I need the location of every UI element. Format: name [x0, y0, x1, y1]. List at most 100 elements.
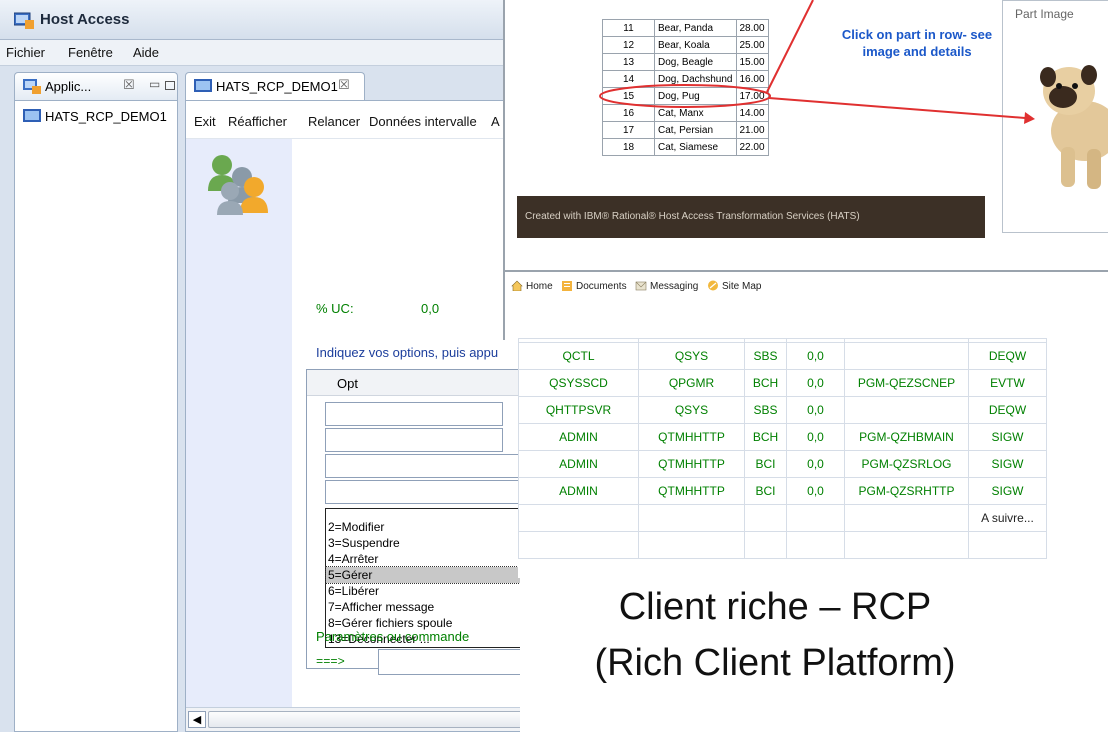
exit-button[interactable]: Exit — [194, 114, 216, 129]
job-cell: QTMHHTTP — [638, 423, 745, 451]
dropdown-option[interactable]: 7=Afficher message — [326, 599, 534, 615]
table-cell — [786, 531, 845, 559]
job-cell: PGM-QZSRLOG — [844, 450, 969, 478]
table-row — [518, 531, 1047, 559]
table-cell — [744, 504, 787, 532]
nav-messaging-label: Messaging — [650, 281, 699, 292]
job-cell: SBS — [744, 396, 787, 424]
caption-line-1: Client riche – RCP — [618, 586, 932, 628]
job-cell: ADMIN — [518, 450, 639, 478]
table-row[interactable]: ADMIN QTMHHTTP BCI 0,0 PGM-QZSRHTTP SIGW — [518, 477, 1047, 505]
slide-caption: Client riche – RCP (Rich Client Platform… — [520, 578, 1108, 732]
messaging-icon — [635, 281, 647, 291]
opt-input[interactable] — [325, 402, 503, 426]
documents-icon — [562, 281, 572, 291]
tab-hats-rcp-demo1[interactable]: HATS_RCP_DEMO1 ☒ — [185, 72, 365, 100]
site-map-icon — [708, 280, 718, 291]
nav-site-map[interactable]: Site Map — [707, 280, 761, 292]
table-row[interactable]: QHTTPSVR QSYS SBS 0,0 DEQW — [518, 396, 1047, 424]
job-cell: BCI — [744, 477, 787, 505]
dropdown-option[interactable]: 6=Libérer — [326, 583, 534, 599]
interval-data-button[interactable]: Données intervalle — [369, 114, 477, 129]
cpu-value: 0,0 — [421, 301, 440, 316]
job-cell: QTMHHTTP — [638, 477, 745, 505]
table-row[interactable]: ADMIN QTMHHTTP BCH 0,0 PGM-QZHBMAIN SIGW — [518, 423, 1047, 451]
job-cell: PGM-QZHBMAIN — [844, 423, 969, 451]
users-group-icon — [208, 155, 268, 215]
dropdown-option[interactable]: 4=Arrêter — [326, 551, 534, 567]
job-cell — [844, 396, 969, 424]
table-cell — [638, 531, 745, 559]
table-row[interactable]: QSYSSCD QPGMR BCH 0,0 PGM-QEZSCNEP EVTW — [518, 369, 1047, 397]
job-cell: QTMHHTTP — [638, 450, 745, 478]
job-cell: 0,0 — [786, 396, 845, 424]
scroll-left-icon[interactable]: ◀ — [188, 711, 206, 728]
job-cell: QPGMR — [638, 369, 745, 397]
menu-aide[interactable]: Aide — [133, 45, 159, 60]
table-cell — [638, 504, 745, 532]
table-row[interactable]: QCTL QSYS SBS 0,0 DEQW — [518, 342, 1047, 370]
opt-select[interactable]: ▼ — [325, 454, 539, 478]
job-cell: BCH — [744, 369, 787, 397]
more-label[interactable]: A suivre... — [968, 504, 1047, 532]
job-cell: 0,0 — [786, 423, 845, 451]
close-icon[interactable]: ☒ — [338, 78, 350, 93]
job-cell: SIGW — [968, 450, 1047, 478]
host-access-app-icon — [14, 12, 34, 29]
close-icon[interactable]: ☒ — [123, 78, 135, 93]
minimize-icon[interactable]: ▭ — [149, 77, 160, 91]
table-cell — [518, 504, 639, 532]
table-cell — [844, 531, 969, 559]
terminal-session-icon — [194, 79, 212, 92]
editor-tab-label: HATS_RCP_DEMO1 — [216, 79, 338, 94]
left-view-tab[interactable]: Applic... ☒ ▭ — [14, 72, 178, 100]
cpu-label: % UC: — [316, 301, 354, 316]
job-cell: ADMIN — [518, 477, 639, 505]
job-cell: 0,0 — [786, 342, 845, 370]
table-row[interactable]: ADMIN QTMHHTTP BCI 0,0 PGM-QZSRLOG SIGW — [518, 450, 1047, 478]
opt-select[interactable]: ▼ — [325, 480, 539, 504]
job-cell: 0,0 — [786, 450, 845, 478]
job-cell: QCTL — [518, 342, 639, 370]
more-actions-button[interactable]: A — [491, 114, 500, 129]
job-cell: PGM-QEZSCNEP — [844, 369, 969, 397]
refresh-button[interactable]: Réafficher — [228, 114, 287, 129]
table-cell — [744, 531, 787, 559]
job-cell: BCI — [744, 450, 787, 478]
web-nav-bar: Home Documents Messaging Site Map — [503, 270, 1108, 340]
nav-messaging[interactable]: Messaging — [635, 280, 698, 292]
job-cell: EVTW — [968, 369, 1047, 397]
app-title: Host Access — [40, 11, 130, 28]
job-cell: ADMIN — [518, 423, 639, 451]
command-prompt: ===> — [316, 655, 345, 669]
jobs-overlay: QCTL QSYS SBS 0,0 DEQW QSYSSCD QPGMR BCH 0,0 PGM-… — [518, 338, 1108, 578]
menu-fichier[interactable]: Fichier — [6, 45, 45, 60]
job-cell — [844, 342, 969, 370]
job-cell: SIGW — [968, 477, 1047, 505]
menu-fenetre[interactable]: Fenêtre — [68, 45, 113, 60]
applications-icon — [23, 79, 41, 94]
opt-dropdown-list: 2=Modifier 3=Suspendre 4=Arrêter 5=Gérer… — [325, 508, 535, 648]
restart-button[interactable]: Relancer — [308, 114, 360, 129]
params-label: Paramètres ou commande — [316, 629, 470, 644]
nav-site-map-label: Site Map — [722, 281, 762, 292]
nav-documents[interactable]: Documents — [561, 280, 627, 292]
dropdown-option-selected[interactable]: 5=Gérer — [325, 566, 535, 584]
nav-home[interactable]: Home — [511, 280, 553, 292]
table-row: A suivre... — [518, 504, 1047, 532]
job-cell: QSYS — [638, 342, 745, 370]
job-cell: QHTTPSVR — [518, 396, 639, 424]
applications-view: HATS_RCP_DEMO1 — [14, 100, 178, 732]
jobs-table: QCTL QSYS SBS 0,0 DEQW QSYSSCD QPGMR BCH 0,0 PGM-… — [518, 338, 1047, 559]
job-cell: QSYSSCD — [518, 369, 639, 397]
job-cell: DEQW — [968, 396, 1047, 424]
job-cell: SIGW — [968, 423, 1047, 451]
table-cell — [844, 504, 969, 532]
opt-input[interactable] — [325, 428, 503, 452]
job-cell: 0,0 — [786, 477, 845, 505]
dropdown-option[interactable]: 3=Suspendre — [326, 535, 534, 551]
dropdown-option[interactable]: 2=Modifier — [326, 519, 534, 535]
maximize-icon[interactable] — [165, 81, 175, 90]
nav-documents-label: Documents — [576, 281, 627, 292]
terminal-session-icon — [23, 109, 41, 122]
